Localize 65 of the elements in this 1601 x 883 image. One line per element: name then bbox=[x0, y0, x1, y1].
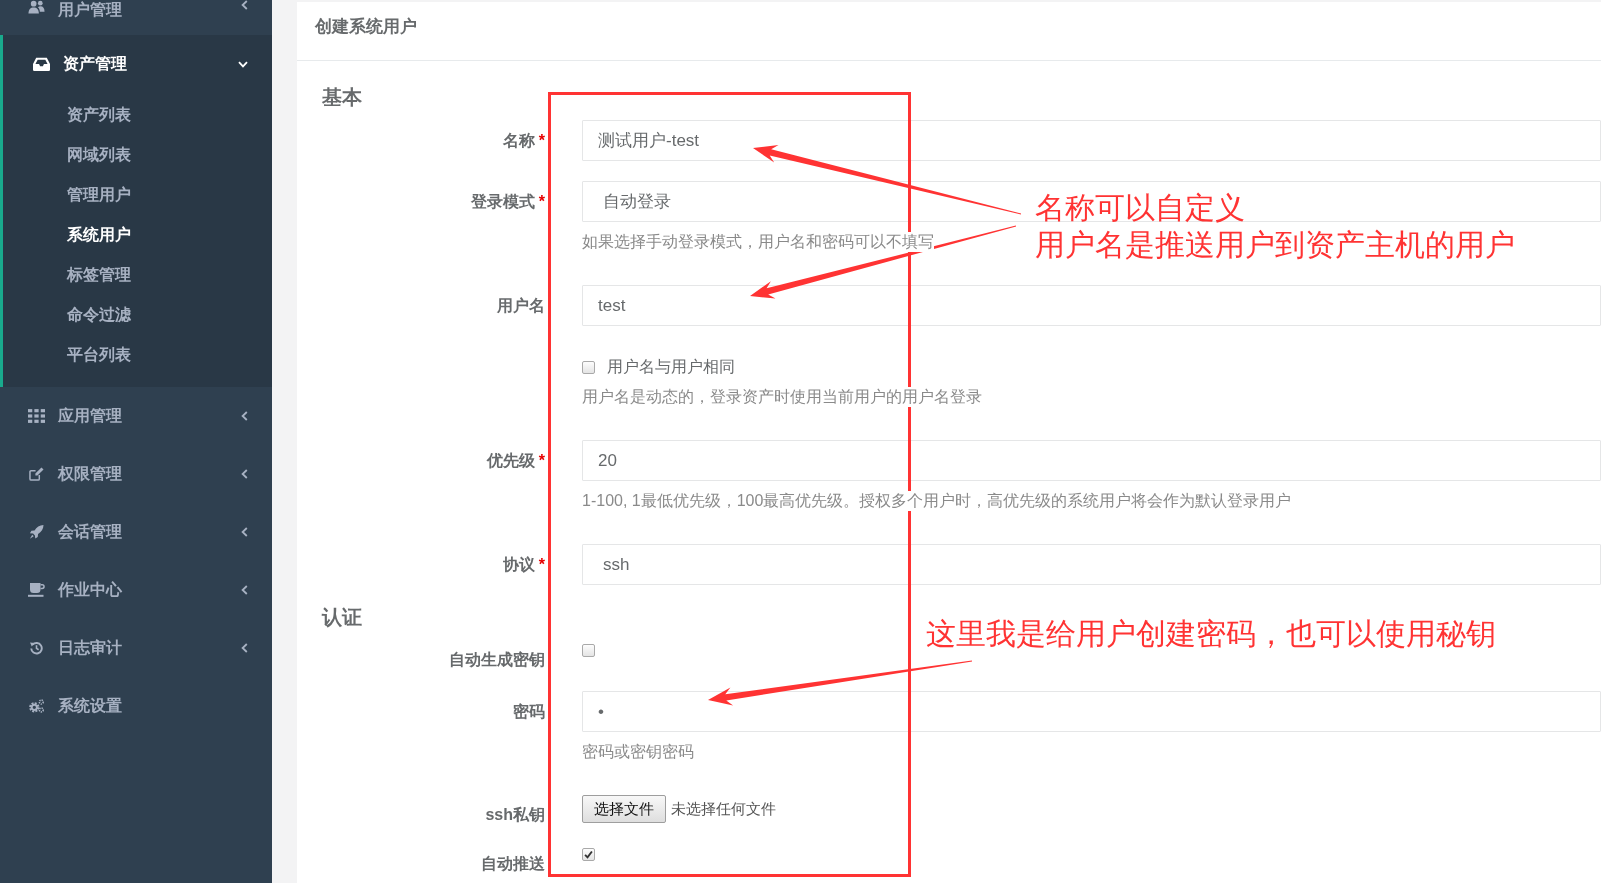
annotation-note: 用户名是推送用户到资产主机的用户 bbox=[1035, 230, 1515, 260]
sidebar-item[interactable]: 权限管理 bbox=[0, 445, 272, 503]
checkmark-icon bbox=[584, 850, 593, 859]
required-mark: * bbox=[538, 132, 545, 149]
required-mark: * bbox=[538, 452, 545, 469]
checkbox[interactable] bbox=[582, 644, 595, 657]
checkbox[interactable] bbox=[582, 360, 595, 374]
section-heading: 基本 bbox=[322, 85, 362, 109]
help-text: 1-100, 1最低优先级，100最高优先级。授权多个用户时，高优先级的系统用户将会作为默认登录用户 bbox=[582, 491, 1292, 511]
sidebar-subitem[interactable]: 平台列表 bbox=[3, 335, 272, 375]
select-field[interactable]: ssh bbox=[582, 544, 1601, 585]
checkbox[interactable] bbox=[582, 848, 595, 861]
sidebar-subitem[interactable]: 标签管理 bbox=[3, 255, 272, 295]
file-status: 未选择任何文件 bbox=[671, 799, 776, 819]
sidebar-item[interactable]: 日志审计 bbox=[0, 619, 272, 677]
field-label: 自动推送 bbox=[481, 855, 545, 872]
required-mark: * bbox=[538, 193, 545, 210]
chevron-left-icon bbox=[241, 643, 248, 653]
chevron-left-icon bbox=[241, 0, 248, 10]
choose-file-button[interactable]: 选择文件 bbox=[582, 795, 666, 823]
sidebar-item[interactable]: 资产管理 bbox=[3, 35, 272, 93]
annotation-note: 这里我是给用户创建密码，也可以使用秘钥 bbox=[926, 619, 1496, 649]
sidebar-item[interactable]: 系统设置 bbox=[0, 677, 272, 735]
sidebar-item[interactable]: 用户管理 bbox=[0, 0, 272, 35]
chevron-left-icon bbox=[241, 469, 248, 479]
field-label: ssh私钥 bbox=[485, 806, 545, 823]
sidebar-subitem[interactable]: 系统用户 bbox=[3, 215, 272, 255]
section-heading: 认证 bbox=[322, 605, 362, 629]
input-field[interactable]: 20 bbox=[582, 440, 1601, 481]
field-label: 密码 bbox=[513, 703, 545, 720]
sidebar-subitem[interactable]: 资产列表 bbox=[3, 95, 272, 135]
annotation-note: 名称可以自定义 bbox=[1035, 193, 1245, 223]
sidebar-item[interactable]: 作业中心 bbox=[0, 561, 272, 619]
input-field[interactable]: 测试用户-test bbox=[582, 120, 1601, 161]
inbox-icon bbox=[33, 57, 50, 71]
input-field[interactable]: • bbox=[582, 691, 1601, 732]
required-mark: * bbox=[538, 556, 545, 573]
field-label: 优先级 bbox=[486, 452, 535, 469]
rocket-icon bbox=[28, 525, 45, 539]
grid-icon bbox=[28, 409, 45, 423]
chevron-left-icon bbox=[241, 585, 248, 595]
sidebar-subitem[interactable]: 管理用户 bbox=[3, 175, 272, 215]
input-field[interactable]: test bbox=[582, 285, 1601, 326]
coffee-cup-icon bbox=[28, 583, 45, 597]
field-label: 协议 bbox=[502, 556, 535, 573]
users-icon bbox=[28, 0, 45, 14]
help-text: 如果选择手动登录模式，用户名和密码可以不填写 bbox=[582, 232, 934, 252]
sidebar-subitem[interactable]: 网域列表 bbox=[3, 135, 272, 175]
field-label: 自动生成密钥 bbox=[449, 651, 545, 668]
checkbox-label: 用户名与用户相同 bbox=[607, 357, 735, 377]
field-label: 用户名 bbox=[497, 297, 545, 314]
sidebar-subitem[interactable]: 命令过滤 bbox=[3, 295, 272, 335]
panel-title: 创建系统用户 bbox=[315, 16, 417, 38]
help-text: 用户名是动态的，登录资产时使用当前用户的用户名登录 bbox=[582, 387, 982, 407]
edit-icon bbox=[28, 467, 45, 481]
sidebar-item[interactable]: 会话管理 bbox=[0, 503, 272, 561]
history-icon bbox=[28, 641, 45, 655]
chevron-down-icon bbox=[238, 60, 248, 68]
gears-icon bbox=[28, 699, 45, 713]
chevron-left-icon bbox=[241, 527, 248, 537]
chevron-left-icon bbox=[241, 411, 248, 421]
field-label: 登录模式 bbox=[470, 193, 535, 210]
sidebar-item[interactable]: 应用管理 bbox=[0, 387, 272, 445]
help-text: 密码或密钥密码 bbox=[582, 742, 694, 762]
field-label: 名称 bbox=[502, 132, 535, 149]
